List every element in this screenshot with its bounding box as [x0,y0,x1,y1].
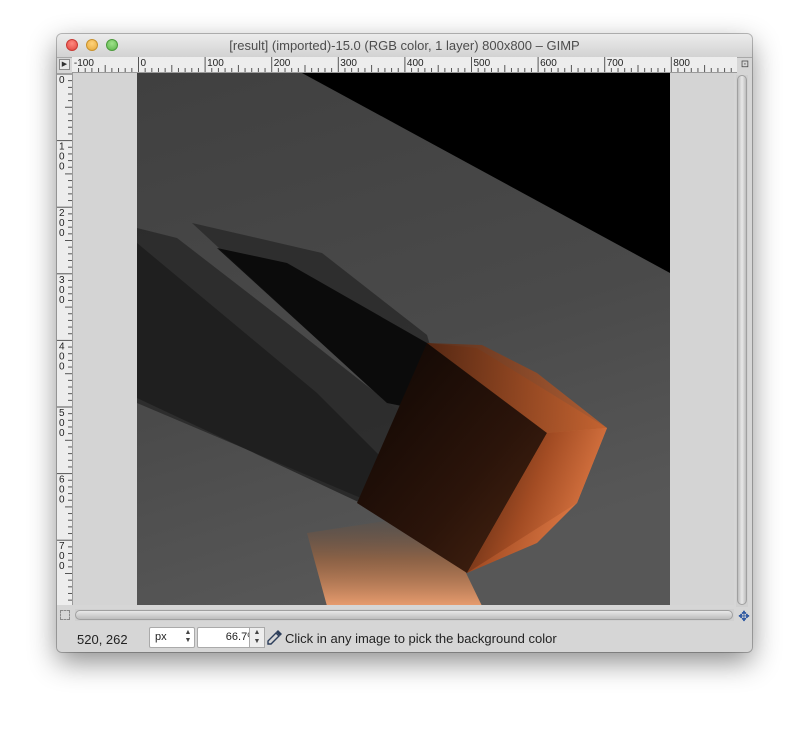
navigate-cross-icon[interactable]: ✥ [737,609,751,623]
zoom-dropdown-arrows-icon[interactable]: ▲ ▼ [249,627,265,648]
quick-mask-icon[interactable] [60,610,70,620]
horizontal-scrollbar-thumb[interactable] [75,610,733,620]
horizontal-ruler[interactable]: -100 0 100 200 300 400 500 600 700 800 [72,57,737,73]
image-canvas[interactable] [137,73,670,605]
unit-dropdown-arrows-icon[interactable]: ▲ ▼ [184,629,192,646]
status-bar: 520, 262 px ▲ ▼ 66.7% ▲ ▼ Click in any ima… [57,625,752,652]
unit-value: px [155,631,167,643]
ruler-label: 300 [340,58,357,69]
ruler-label: 0 [59,561,65,572]
window-title: [result] (imported)-15.0 (RGB color, 1 l… [229,38,580,53]
ruler-label: 0 [59,495,65,506]
ruler-label: 100 [207,58,224,69]
ruler-label: 600 [540,58,557,69]
ruler-label: 200 [274,58,291,69]
ruler-label: 700 [607,58,624,69]
color-picker-icon [267,630,282,645]
status-message: Click in any image to pick the backgroun… [285,631,557,646]
ruler-label: 800 [673,58,690,69]
menu-arrow-icon[interactable]: ▶ [59,59,70,70]
rendered-image [137,73,670,605]
ruler-label: 0 [141,58,147,69]
ruler-label: 0 [59,295,65,306]
canvas-area[interactable] [73,73,734,605]
vertical-ruler-ticks: 0100200300400500600700 [57,73,72,601]
horizontal-ruler-ticks: -100 0 100 200 300 400 500 600 700 800 [74,57,732,72]
ruler-label: -100 [74,58,94,69]
ruler-label: 0 [59,361,65,372]
ruler-label: 0 [59,75,65,86]
ruler-label: 0 [59,162,65,173]
ruler-label: 0 [59,428,65,439]
ruler-label: 0 [59,228,65,239]
pointer-coordinates: 520, 262 [77,632,128,647]
gimp-image-window: [result] (imported)-15.0 (RGB color, 1 l… [57,34,752,652]
zoom-image-when-window-resized-icon[interactable]: ⊡ [739,59,751,71]
vertical-ruler[interactable]: 0100200300400500600700 [57,73,73,605]
vertical-scrollbar[interactable] [736,75,748,607]
ruler-label: 400 [407,58,424,69]
unit-selector[interactable]: px ▲ ▼ [149,627,195,648]
vertical-scrollbar-thumb[interactable] [737,75,747,605]
horizontal-scrollbar[interactable] [75,609,734,621]
title-bar[interactable]: [result] (imported)-15.0 (RGB color, 1 l… [57,34,752,58]
ruler-label: 500 [474,58,491,69]
